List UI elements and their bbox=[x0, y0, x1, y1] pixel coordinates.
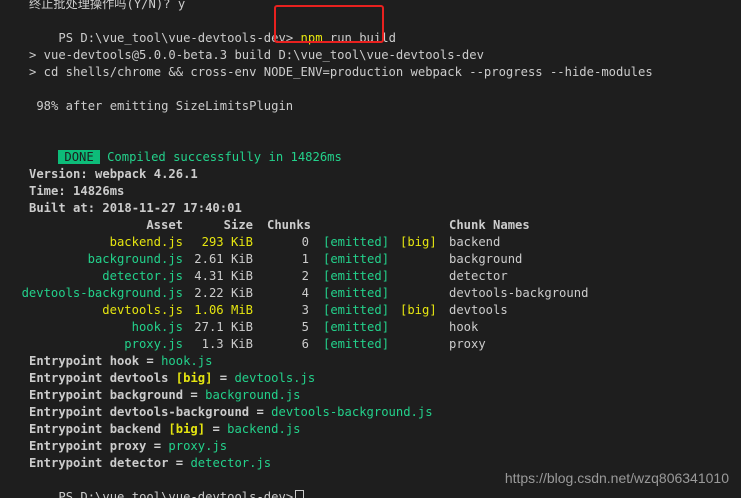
entrypoint-line: Entrypoint devtools [big] = devtools.js bbox=[29, 371, 316, 385]
terminal-window[interactable]: 终止批处理操作吗(Y/N)? y PS D:\vue_tool\vue-devt… bbox=[0, 0, 741, 498]
asset-chunk-id: 0 bbox=[301, 235, 309, 249]
entrypoint-line: Entrypoint background = background.js bbox=[29, 388, 301, 402]
header-size: Size bbox=[223, 218, 253, 232]
entrypoint-label: Entrypoint proxy bbox=[29, 439, 147, 453]
big-flag: [big] bbox=[400, 235, 437, 249]
entrypoint-line: Entrypoint proxy = proxy.js bbox=[29, 439, 228, 453]
asset-name: detector.js bbox=[102, 269, 183, 283]
asset-name: hook.js bbox=[131, 320, 183, 334]
prompt-path-2: PS D:\vue_tool\vue-devtools-dev> bbox=[58, 490, 294, 498]
entrypoint-file: backend.js bbox=[227, 422, 301, 436]
done-message: Compiled successfully in 14826ms bbox=[107, 150, 342, 164]
chunk-name: detector bbox=[449, 269, 508, 283]
emitted-flag: [emitted] bbox=[323, 337, 390, 351]
asset-name: devtools-background.js bbox=[21, 286, 183, 300]
done-badge: DONE bbox=[58, 150, 100, 164]
chunk-name: hook bbox=[449, 320, 479, 334]
entrypoint-file: devtools-background.js bbox=[271, 405, 433, 419]
cursor bbox=[295, 489, 305, 498]
chunk-name: background bbox=[449, 252, 523, 266]
prompt-path: PS D:\vue_tool\vue-devtools-dev> bbox=[58, 31, 294, 45]
asset-name: backend.js bbox=[109, 235, 183, 249]
entrypoint-label: Entrypoint detector bbox=[29, 456, 169, 470]
script-line-2: > cd shells/chrome && cross-env NODE_ENV… bbox=[29, 65, 653, 79]
built-at: Built at: 2018-11-27 17:40:01 bbox=[29, 201, 242, 215]
entrypoint-label: Entrypoint backend bbox=[29, 422, 162, 436]
highlight-box bbox=[274, 5, 384, 43]
header-chunks: Chunks bbox=[267, 218, 312, 232]
emitted-flag: [emitted] bbox=[323, 252, 390, 266]
chunk-name: devtools-background bbox=[449, 286, 589, 300]
entrypoint-label: Entrypoint hook bbox=[29, 354, 140, 368]
asset-size: 293 KiB bbox=[201, 235, 253, 249]
asset-name: devtools.js bbox=[102, 303, 183, 317]
asset-chunk-id: 1 bbox=[301, 252, 309, 266]
chunk-name: backend bbox=[449, 235, 501, 249]
entrypoint-line: Entrypoint devtools-background = devtool… bbox=[29, 405, 433, 419]
asset-chunk-id: 4 bbox=[301, 286, 309, 300]
asset-size: 1.06 MiB bbox=[194, 303, 253, 317]
entrypoint-line: Entrypoint hook = hook.js bbox=[29, 354, 213, 368]
header-chunk-names: Chunk Names bbox=[449, 218, 530, 232]
asset-size: 27.1 KiB bbox=[194, 320, 253, 334]
progress-line: 98% after emitting SizeLimitsPlugin bbox=[29, 99, 294, 113]
asset-size: 1.3 KiB bbox=[201, 337, 253, 351]
asset-chunk-id: 6 bbox=[301, 337, 309, 351]
entrypoint-label: Entrypoint devtools bbox=[29, 371, 169, 385]
entrypoint-file: proxy.js bbox=[168, 439, 228, 453]
asset-chunk-id: 2 bbox=[301, 269, 309, 283]
entrypoint-file: hook.js bbox=[161, 354, 213, 368]
entrypoint-file: devtools.js bbox=[234, 371, 316, 385]
final-prompt-line[interactable]: PS D:\vue_tool\vue-devtools-dev> bbox=[29, 472, 305, 498]
header-asset: Asset bbox=[146, 218, 183, 232]
asset-name: proxy.js bbox=[124, 337, 183, 351]
entrypoint-label: Entrypoint devtools-background bbox=[29, 405, 250, 419]
emitted-flag: [emitted] bbox=[323, 303, 390, 317]
emitted-flag: [emitted] bbox=[323, 269, 390, 283]
entrypoint-big-flag: [big] bbox=[168, 422, 206, 436]
watermark: https://blog.csdn.net/wzq806341010 bbox=[504, 470, 729, 486]
asset-size: 4.31 KiB bbox=[194, 269, 253, 283]
entrypoint-line: Entrypoint backend [big] = backend.js bbox=[29, 422, 301, 436]
entrypoint-label: Entrypoint background bbox=[29, 388, 184, 402]
entrypoint-file: background.js bbox=[205, 388, 301, 402]
webpack-version: Version: webpack 4.26.1 bbox=[29, 167, 198, 181]
asset-name: background.js bbox=[87, 252, 183, 266]
entrypoint-big-flag: [big] bbox=[175, 371, 213, 385]
script-line-1: > vue-devtools@5.0.0-beta.3 build D:\vue… bbox=[29, 48, 484, 62]
emitted-flag: [emitted] bbox=[323, 286, 390, 300]
asset-chunk-id: 3 bbox=[301, 303, 309, 317]
entrypoint-line: Entrypoint detector = detector.js bbox=[29, 456, 272, 470]
asset-size: 2.22 KiB bbox=[194, 286, 253, 300]
emitted-flag: [emitted] bbox=[323, 235, 390, 249]
asset-size: 2.61 KiB bbox=[194, 252, 253, 266]
emitted-flag: [emitted] bbox=[323, 320, 390, 334]
chunk-name: proxy bbox=[449, 337, 486, 351]
entrypoint-file: detector.js bbox=[190, 456, 272, 470]
terminate-batch-prompt: 终止批处理操作吗(Y/N)? y bbox=[29, 0, 186, 11]
chunk-name: devtools bbox=[449, 303, 508, 317]
build-time: Time: 14826ms bbox=[29, 184, 125, 198]
asset-chunk-id: 5 bbox=[301, 320, 309, 334]
big-flag: [big] bbox=[400, 303, 437, 317]
done-line: DONE Compiled successfully in 14826ms bbox=[29, 132, 342, 164]
